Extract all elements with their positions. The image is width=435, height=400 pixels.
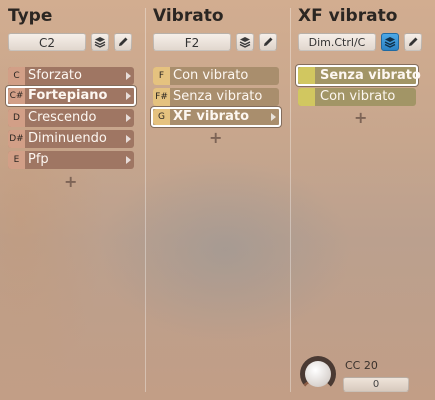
vibrato-item-xf-vibrato[interactable]: G XF vibrato bbox=[151, 107, 281, 127]
xf-vibrato-title: XF vibrato bbox=[298, 6, 398, 26]
type-edit-button[interactable] bbox=[114, 33, 132, 51]
key-label: D# bbox=[8, 130, 25, 148]
type-item-pfp[interactable]: E Pfp bbox=[8, 151, 134, 169]
layers-icon bbox=[239, 37, 251, 48]
type-layers-button[interactable] bbox=[91, 33, 109, 51]
xf-color-swatch bbox=[298, 67, 315, 84]
xf-item-senza-vibrato[interactable]: Senza vibrato bbox=[296, 65, 421, 86]
type-item-crescendo[interactable]: D Crescendo bbox=[8, 109, 134, 127]
cc-label: CC 20 bbox=[345, 359, 378, 372]
vibrato-panel: Vibrato F2 F Con vibrato F# Senza vibrat… bbox=[145, 0, 290, 400]
chevron-right-icon bbox=[126, 92, 131, 100]
xf-layers-button[interactable] bbox=[381, 33, 399, 51]
cc-knob[interactable] bbox=[300, 356, 336, 392]
add-xf-button[interactable]: + bbox=[354, 108, 367, 127]
item-label: Fortepiano bbox=[28, 88, 108, 103]
add-vibrato-button[interactable]: + bbox=[209, 128, 222, 147]
cc-value-field[interactable]: 0 bbox=[343, 377, 409, 392]
chevron-right-icon bbox=[126, 135, 131, 143]
item-label: Crescendo bbox=[28, 110, 97, 125]
chevron-right-icon bbox=[271, 113, 276, 121]
item-label: Con vibrato bbox=[173, 68, 249, 83]
key-label: E bbox=[8, 151, 25, 169]
pencil-icon bbox=[264, 37, 273, 46]
chevron-right-icon bbox=[126, 156, 131, 164]
item-label: Con vibrato bbox=[320, 89, 396, 104]
knob-cap bbox=[305, 361, 331, 387]
key-label: F# bbox=[153, 88, 170, 106]
type-item-sforzato[interactable]: C Sforzato bbox=[8, 67, 134, 85]
layers-icon bbox=[94, 37, 106, 48]
xf-controller-select[interactable]: Dim.Ctrl/C bbox=[298, 33, 376, 51]
xf-item-con-vibrato[interactable]: Con vibrato bbox=[298, 88, 416, 106]
type-select[interactable]: C2 bbox=[8, 33, 86, 51]
vibrato-edit-button[interactable] bbox=[259, 33, 277, 51]
layers-icon bbox=[384, 37, 396, 48]
chevron-right-icon bbox=[126, 72, 131, 80]
item-label: XF vibrato bbox=[173, 109, 249, 124]
vibrato-item-con-vibrato[interactable]: F Con vibrato bbox=[153, 67, 279, 85]
vibrato-layers-button[interactable] bbox=[236, 33, 254, 51]
type-item-diminuendo[interactable]: D# Diminuendo bbox=[8, 130, 134, 148]
pencil-icon bbox=[119, 37, 128, 46]
item-label: Sforzato bbox=[28, 68, 82, 83]
add-type-button[interactable]: + bbox=[64, 172, 77, 191]
item-label: Diminuendo bbox=[28, 131, 107, 146]
pencil-icon bbox=[409, 37, 418, 46]
type-item-fortepiano[interactable]: C# Fortepiano bbox=[6, 86, 136, 106]
xf-color-swatch bbox=[298, 88, 315, 106]
key-label: C# bbox=[8, 88, 25, 104]
key-label: F bbox=[153, 67, 170, 85]
xf-edit-button[interactable] bbox=[404, 33, 422, 51]
key-label: G bbox=[153, 109, 170, 125]
key-label: C bbox=[8, 67, 25, 85]
type-title: Type bbox=[8, 6, 53, 26]
xf-vibrato-panel: XF vibrato Dim.Ctrl/C Senza vibrato Con … bbox=[290, 0, 435, 400]
vibrato-item-senza-vibrato[interactable]: F# Senza vibrato bbox=[153, 88, 279, 106]
item-label: Senza vibrato bbox=[173, 89, 263, 104]
type-panel: Type C2 C Sforzato C# Fortepiano D Cresc… bbox=[0, 0, 145, 400]
key-label: D bbox=[8, 109, 25, 127]
item-label: Pfp bbox=[28, 152, 49, 167]
item-label: Senza vibrato bbox=[320, 68, 421, 83]
chevron-right-icon bbox=[126, 114, 131, 122]
vibrato-select[interactable]: F2 bbox=[153, 33, 231, 51]
vibrato-title: Vibrato bbox=[153, 6, 224, 26]
